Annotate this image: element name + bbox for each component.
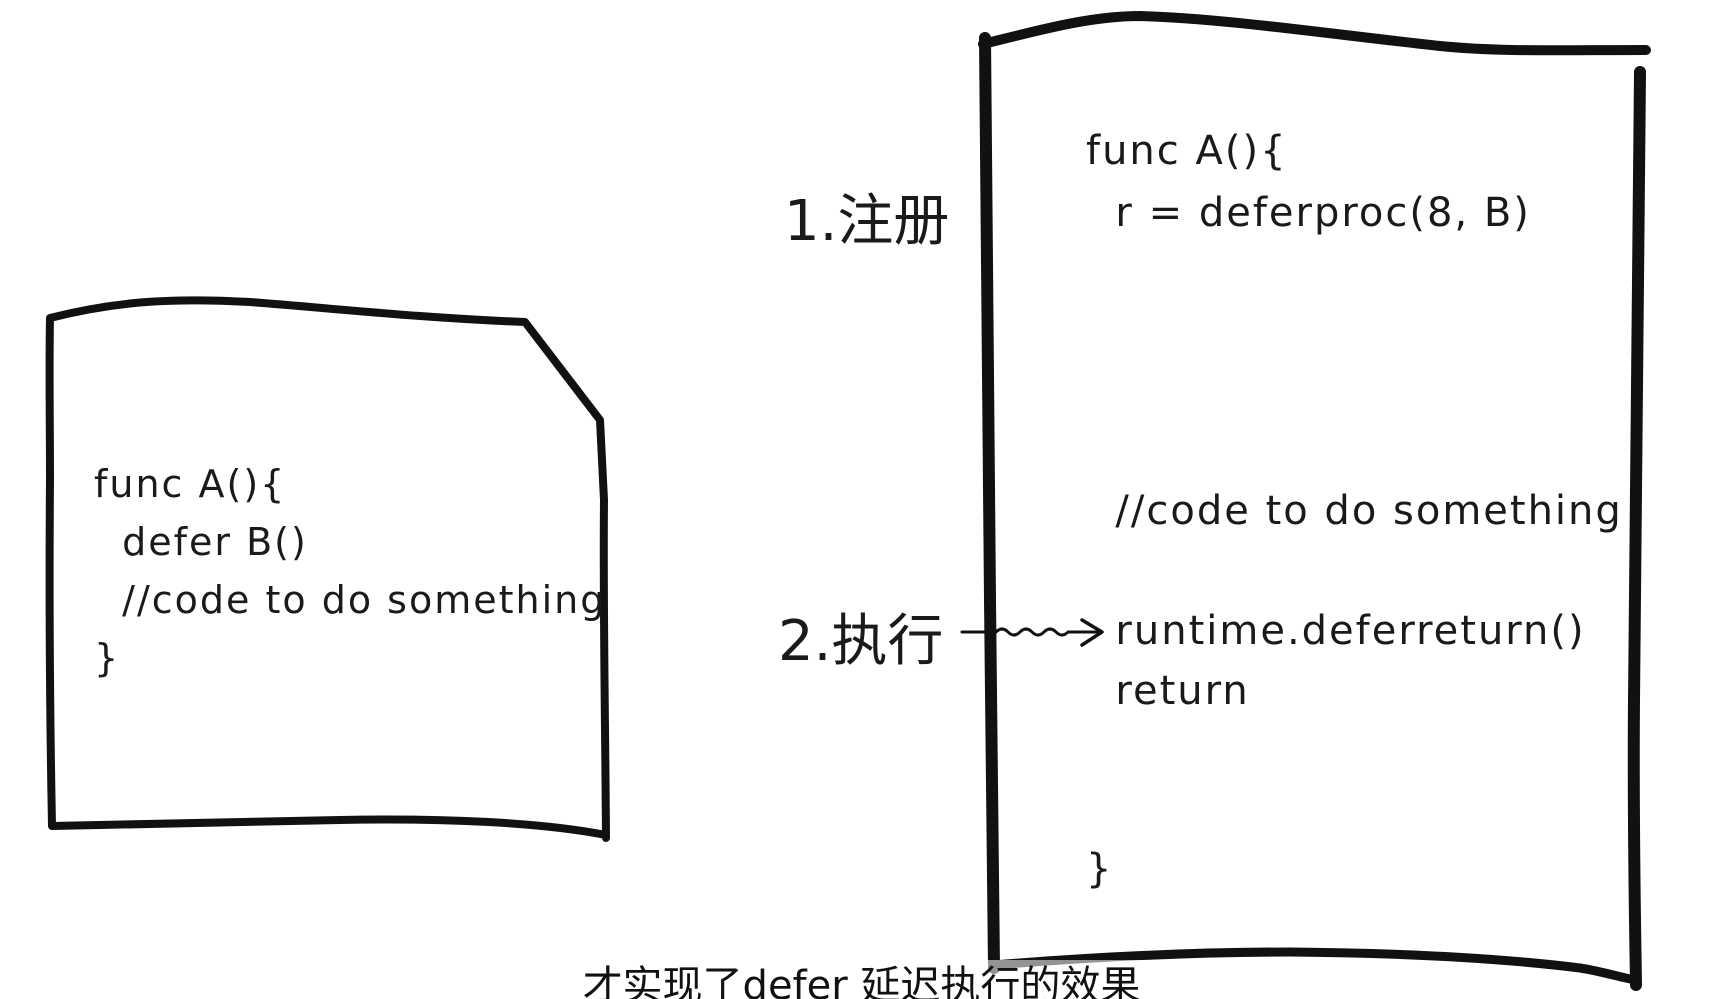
diagram-canvas: func A(){ defer B() //code to do somethi…: [0, 0, 1725, 999]
right-box-right-edge: [1627, 66, 1646, 991]
left-code-line-2: defer B(): [94, 520, 308, 564]
right-code-line-5: return: [1086, 668, 1250, 714]
right-code-line-4: runtime.deferreturn(): [1086, 608, 1586, 654]
execute-arrow-line: [960, 627, 1102, 637]
left-code-line-3: //code to do something: [94, 578, 607, 622]
right-box-top-edge: [978, 10, 1651, 56]
right-code-line-3: //code to do something: [1086, 488, 1623, 534]
right-code-line-6: }: [1086, 846, 1114, 892]
video-subtitle: 才实现了defer 延迟执行的效果: [0, 960, 1725, 999]
right-code-line-1: func A(){: [1086, 128, 1288, 174]
right-code-line-2: r = deferproc(8, B): [1086, 190, 1531, 236]
step-execute-label: 2.执行: [778, 609, 944, 674]
subtitle-text: 才实现了defer 延迟执行的效果: [576, 960, 1147, 999]
step-register-label: 1.注册: [784, 189, 950, 254]
right-box-left-edge: [979, 32, 1000, 974]
left-code-line-4: }: [94, 636, 121, 680]
left-code-line-1: func A(){: [94, 462, 287, 506]
left-box-outline: [45, 296, 610, 842]
